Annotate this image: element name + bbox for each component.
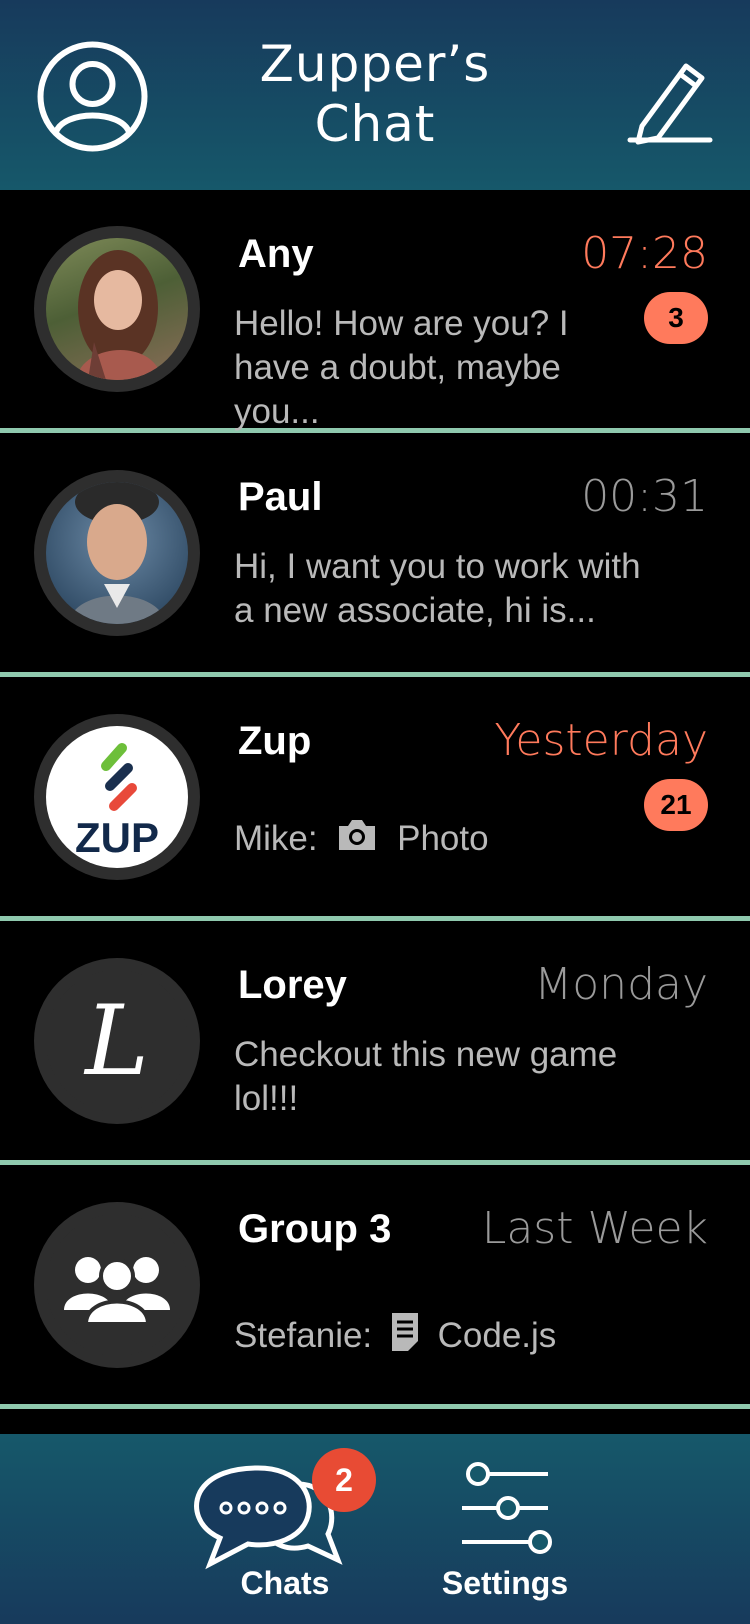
profile-button[interactable]: [36, 40, 149, 153]
bottom-tab-bar: 2 Chats Settings: [0, 1434, 750, 1624]
chat-name: Zup: [238, 719, 312, 763]
chat-preview: Mike: Photo: [234, 817, 654, 863]
user-circle-icon: [37, 41, 148, 152]
zup-logo: ZUP: [75, 742, 159, 861]
chat-name: Group 3: [238, 1207, 392, 1251]
avatar: L: [34, 957, 200, 1124]
avatar-letter: L: [85, 984, 149, 1097]
app-title-line2: Chat: [314, 95, 436, 153]
chat-list: Any 07:28 3 Hello! How are you? I have a…: [0, 190, 750, 1409]
group-icon: [64, 1256, 170, 1326]
chat-row-paul[interactable]: Paul 00:31 Hi, I want you to work with a…: [0, 433, 750, 677]
sliders-icon: [462, 1462, 552, 1554]
zup-logo-text: ZUP: [75, 814, 159, 861]
avatar: [34, 469, 200, 636]
chat-preview-line2: have a doubt, maybe you...: [234, 348, 561, 431]
chat-time: 07:28: [581, 228, 708, 279]
chat-sender: Stefanie:: [234, 1315, 373, 1355]
tab-label: Chats: [240, 1565, 330, 1601]
tab-badge: 2: [312, 1448, 376, 1512]
chat-preview-line1: Hi, I want you to work with: [234, 547, 641, 586]
chat-preview-line2: a new associate, hi is...: [234, 591, 596, 630]
chat-sender: Mike:: [234, 819, 318, 858]
chat-row-zup[interactable]: ZUP Zup Yesterday 21 Mike: Photo: [0, 677, 750, 921]
chat-row-group-3[interactable]: Group 3 Last Week Stefanie: Code.js: [0, 1165, 750, 1409]
attachment-label: Code.js: [437, 1315, 557, 1355]
chat-time: Monday: [534, 959, 708, 1010]
chat-preview: Hi, I want you to work with a new associ…: [234, 545, 654, 633]
chat-time: 00:31: [581, 471, 708, 522]
tab-settings[interactable]: Settings: [430, 1434, 580, 1624]
pencil-icon: [627, 63, 713, 145]
chat-preview: Stefanie: Code.js: [234, 1311, 654, 1364]
attachment-label: Photo: [397, 819, 489, 858]
compose-button[interactable]: [624, 52, 716, 148]
chat-row-any[interactable]: Any 07:28 3 Hello! How are you? I have a…: [0, 190, 750, 433]
chat-preview-line2: lol!!!: [234, 1079, 299, 1118]
document-icon: [390, 1311, 420, 1364]
camera-icon: [335, 818, 379, 863]
chat-time: Yesterday: [494, 715, 708, 766]
chat-preview-line1: Checkout this new game: [234, 1035, 618, 1074]
chat-preview: Checkout this new game lol!!!: [234, 1033, 654, 1121]
app-title: Zupper’s Chat: [180, 34, 570, 154]
chat-preview-line1: Hello! How are you? I: [234, 304, 569, 343]
tab-chats[interactable]: 2 Chats: [180, 1434, 390, 1624]
chat-name: Lorey: [238, 963, 347, 1007]
avatar: ZUP: [34, 713, 200, 880]
chat-name: Any: [238, 232, 314, 276]
chat-preview: Hello! How are you? I have a doubt, mayb…: [234, 302, 654, 434]
app-header: Zupper’s Chat: [0, 0, 750, 190]
chat-name: Paul: [238, 475, 323, 519]
avatar: [34, 226, 200, 392]
chat-row-lorey[interactable]: L Lorey Monday Checkout this new game lo…: [0, 921, 750, 1165]
avatar: [34, 1201, 200, 1368]
app-title-line1: Zupper’s: [259, 35, 491, 93]
tab-label: Settings: [441, 1565, 569, 1601]
chat-time: Last Week: [481, 1203, 708, 1254]
